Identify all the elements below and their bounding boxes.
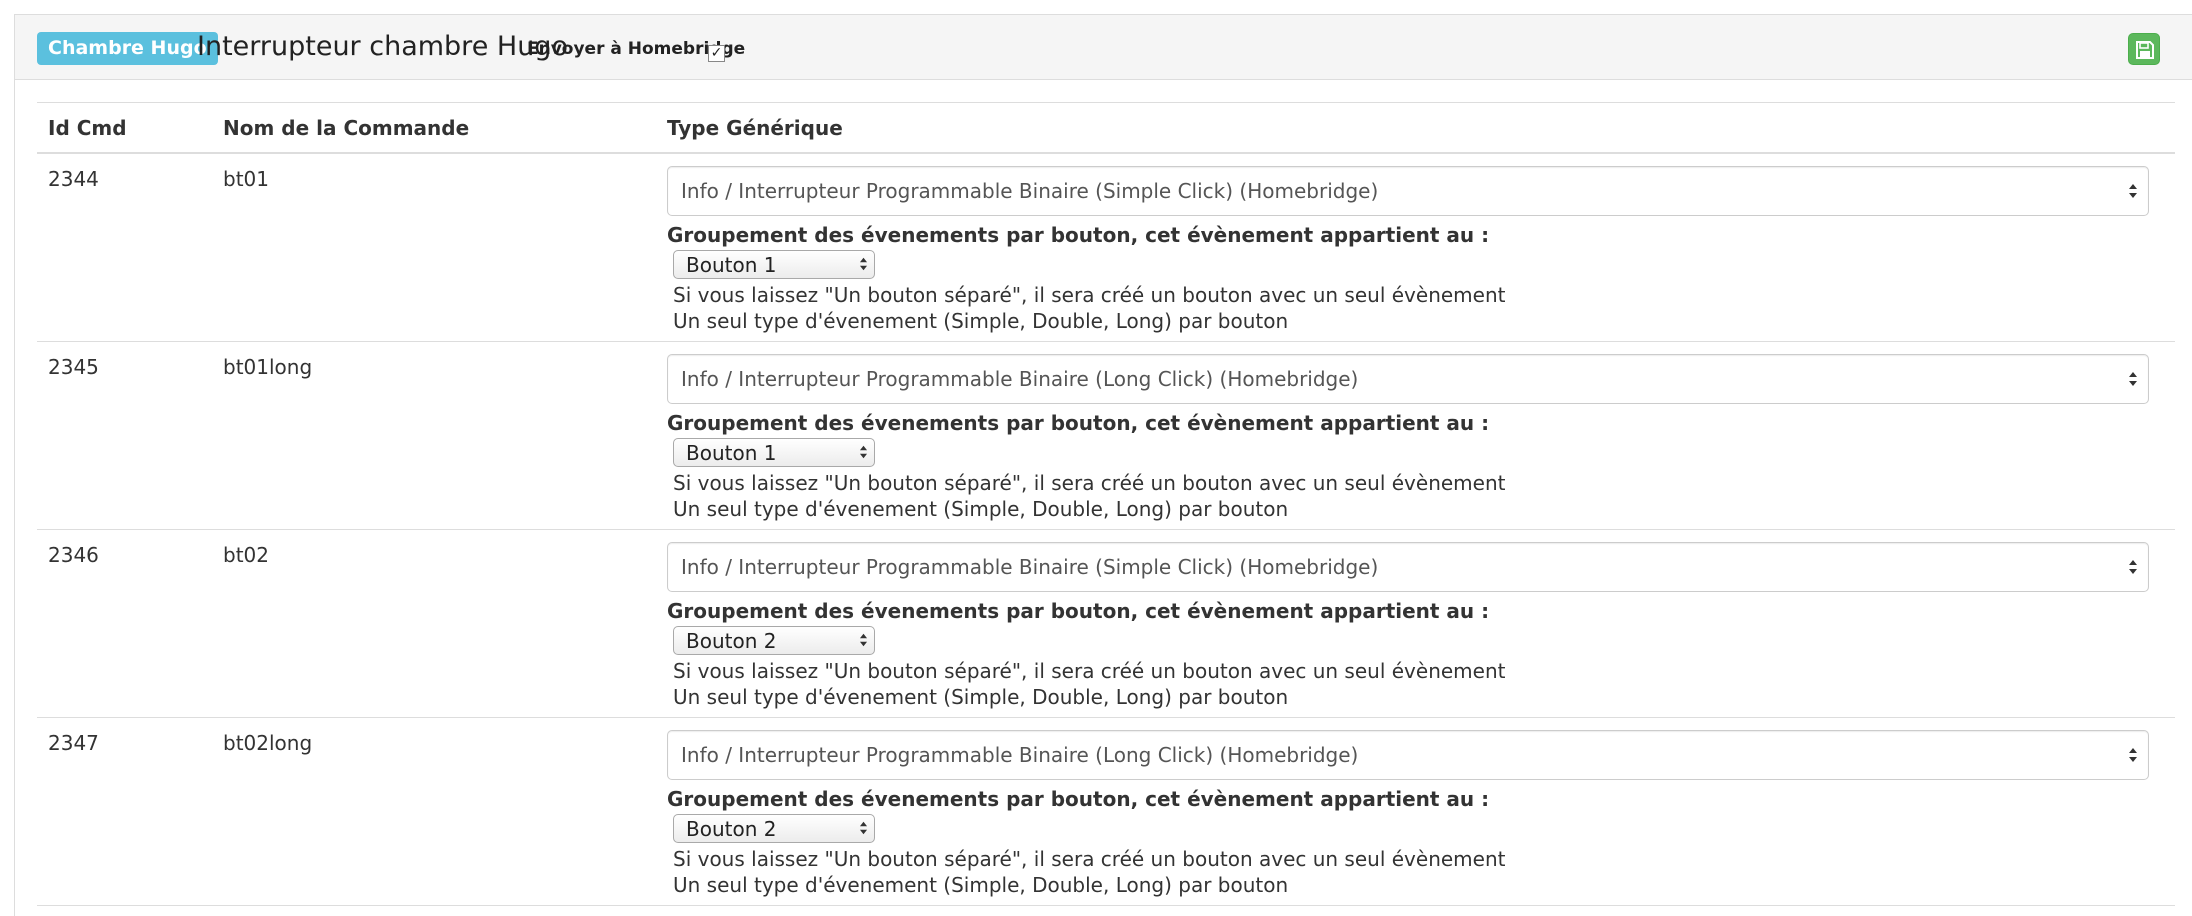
button-group-value: Bouton 2 xyxy=(686,817,777,841)
select-arrows-icon xyxy=(859,633,868,647)
button-group-select[interactable]: Bouton 1 xyxy=(673,438,875,467)
floppy-disk-icon xyxy=(2136,41,2154,59)
select-arrows-icon xyxy=(2129,560,2137,574)
button-group-select[interactable]: Bouton 2 xyxy=(673,626,875,655)
command-id: 2345 xyxy=(48,355,99,379)
command-id: 2344 xyxy=(48,167,99,191)
help-text-event-type: Un seul type d'évenement (Simple, Double… xyxy=(673,685,1289,709)
select-arrows-icon xyxy=(859,257,868,271)
select-arrows-icon xyxy=(2129,184,2137,198)
select-arrows-icon xyxy=(2129,372,2137,386)
table-row: 2346 bt02 Info / Interrupteur Programmab… xyxy=(37,530,2175,718)
button-group-value: Bouton 1 xyxy=(686,441,777,465)
command-id: 2346 xyxy=(48,543,99,567)
column-header-id: Id Cmd xyxy=(48,116,127,140)
commands-table: Id Cmd Nom de la Commande Type Générique… xyxy=(37,102,2175,906)
table-header: Id Cmd Nom de la Commande Type Générique xyxy=(37,102,2175,154)
panel-heading: Chambre Hugo Interrupteur chambre Hugo E… xyxy=(15,15,2192,80)
select-arrows-icon xyxy=(859,445,868,459)
generic-type-value: Info / Interrupteur Programmable Binaire… xyxy=(681,179,1379,203)
object-badge: Chambre Hugo xyxy=(37,32,218,65)
generic-type-select[interactable]: Info / Interrupteur Programmable Binaire… xyxy=(667,542,2149,592)
generic-type-select[interactable]: Info / Interrupteur Programmable Binaire… xyxy=(667,730,2149,780)
generic-type-value: Info / Interrupteur Programmable Binaire… xyxy=(681,743,1359,767)
group-label: Groupement des évenements par bouton, ce… xyxy=(667,223,1490,247)
table-row: 2347 bt02long Info / Interrupteur Progra… xyxy=(37,718,2175,906)
device-panel: Chambre Hugo Interrupteur chambre Hugo E… xyxy=(14,14,2192,916)
command-name: bt02long xyxy=(223,731,313,755)
button-group-value: Bouton 2 xyxy=(686,629,777,653)
generic-type-value: Info / Interrupteur Programmable Binaire… xyxy=(681,555,1379,579)
button-group-value: Bouton 1 xyxy=(686,253,777,277)
help-text-separate-button: Si vous laissez "Un bouton séparé", il s… xyxy=(673,659,1506,683)
help-text-event-type: Un seul type d'évenement (Simple, Double… xyxy=(673,497,1289,521)
help-text-event-type: Un seul type d'évenement (Simple, Double… xyxy=(673,873,1289,897)
command-name: bt01 xyxy=(223,167,269,191)
button-group-select[interactable]: Bouton 2 xyxy=(673,814,875,843)
generic-type-value: Info / Interrupteur Programmable Binaire… xyxy=(681,367,1359,391)
command-name: bt01long xyxy=(223,355,313,379)
group-label: Groupement des évenements par bouton, ce… xyxy=(667,599,1490,623)
help-text-separate-button: Si vous laissez "Un bouton séparé", il s… xyxy=(673,471,1506,495)
save-button[interactable] xyxy=(2128,33,2160,65)
group-label: Groupement des évenements par bouton, ce… xyxy=(667,787,1490,811)
button-group-select[interactable]: Bouton 1 xyxy=(673,250,875,279)
command-id: 2347 xyxy=(48,731,99,755)
help-text-separate-button: Si vous laissez "Un bouton séparé", il s… xyxy=(673,847,1506,871)
select-arrows-icon xyxy=(859,821,868,835)
table-row: 2344 bt01 Info / Interrupteur Programmab… xyxy=(37,154,2175,342)
column-header-type: Type Générique xyxy=(667,116,843,140)
help-text-event-type: Un seul type d'évenement (Simple, Double… xyxy=(673,309,1289,333)
command-name: bt02 xyxy=(223,543,269,567)
table-row: 2345 bt01long Info / Interrupteur Progra… xyxy=(37,342,2175,530)
homebridge-checkbox[interactable]: ✓ xyxy=(708,45,725,62)
column-header-name: Nom de la Commande xyxy=(223,116,470,140)
group-label: Groupement des évenements par bouton, ce… xyxy=(667,411,1490,435)
generic-type-select[interactable]: Info / Interrupteur Programmable Binaire… xyxy=(667,354,2149,404)
generic-type-select[interactable]: Info / Interrupteur Programmable Binaire… xyxy=(667,166,2149,216)
help-text-separate-button: Si vous laissez "Un bouton séparé", il s… xyxy=(673,283,1506,307)
select-arrows-icon xyxy=(2129,748,2137,762)
device-name: Interrupteur chambre Hugo xyxy=(197,31,568,62)
